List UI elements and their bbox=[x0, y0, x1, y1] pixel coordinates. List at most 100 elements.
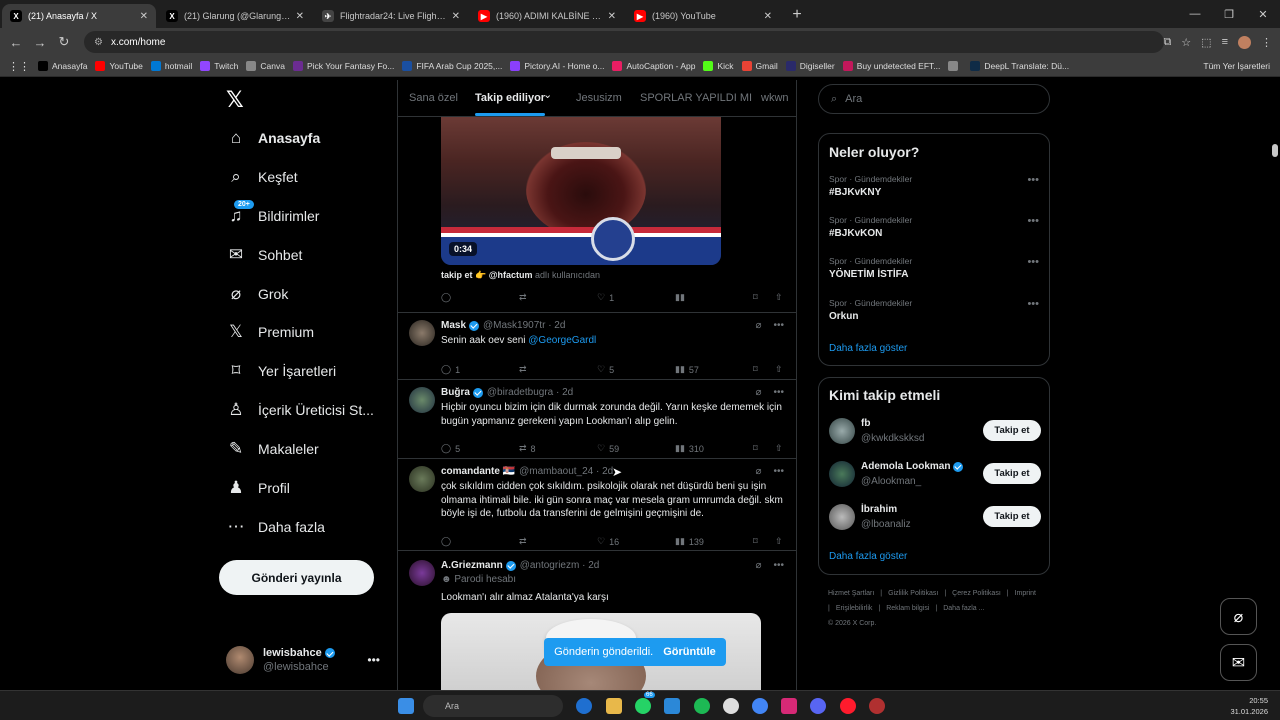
bookmark-item[interactable]: Digiseller bbox=[785, 61, 835, 71]
bookmark-item[interactable]: Gmail bbox=[741, 61, 778, 71]
reload-icon[interactable]: ↻ bbox=[52, 34, 76, 50]
more-icon[interactable]: ••• bbox=[367, 653, 380, 667]
windows-start-icon[interactable] bbox=[398, 698, 414, 714]
scrollbar[interactable] bbox=[1272, 144, 1278, 157]
share-icon[interactable]: ⇧ bbox=[775, 292, 783, 303]
back-icon[interactable]: ← bbox=[4, 35, 28, 50]
browser-tab[interactable]: ✈ Flightradar24: Live Flight Tracke ✕ bbox=[314, 4, 468, 28]
taskbar-search[interactable]: Ara bbox=[423, 695, 563, 717]
toast-view-link[interactable]: Görüntüle bbox=[663, 646, 716, 658]
browser-tab[interactable]: X (21) Anasayfa / X ✕ bbox=[2, 4, 156, 28]
edge-icon[interactable] bbox=[576, 698, 592, 714]
chatgpt-icon[interactable] bbox=[723, 698, 739, 714]
views-button[interactable]: ▮▮ 310 bbox=[675, 443, 704, 454]
follow-button[interactable]: Takip et bbox=[983, 506, 1041, 527]
follow-suggestion[interactable]: İbrahim @lboanaliz Takip et bbox=[829, 504, 1041, 534]
bookmark-icon[interactable]: ⌑ bbox=[753, 292, 758, 303]
bookmark-item[interactable]: Twitch bbox=[200, 61, 238, 71]
retweet-button[interactable]: ⇄ bbox=[519, 536, 531, 547]
post-button[interactable]: Gönderi yayınla bbox=[219, 560, 374, 595]
views-button[interactable]: ▮▮ 57 bbox=[675, 364, 699, 375]
nav-item-bell[interactable]: ♫ 20+ Bildirimler bbox=[226, 200, 319, 228]
footer-link[interactable]: Çerez Politikası bbox=[952, 590, 1001, 597]
feed-tab[interactable]: Jesusizm bbox=[576, 92, 622, 104]
footer-link[interactable]: © 2026 X Corp. bbox=[828, 620, 876, 627]
store-icon[interactable] bbox=[664, 698, 680, 714]
avatar[interactable] bbox=[409, 560, 435, 586]
discord-icon[interactable] bbox=[810, 698, 826, 714]
retweet-button[interactable]: ⇄ bbox=[519, 364, 531, 375]
tweet-author-name[interactable]: A.Griezmann bbox=[441, 560, 503, 571]
bookmark-item[interactable]: Anasayfa bbox=[38, 61, 87, 71]
nav-item-grok[interactable]: ⌀ Grok bbox=[226, 282, 288, 306]
nav-item-home[interactable]: ⌂ Anasayfa bbox=[226, 126, 320, 150]
follow-button[interactable]: Takip et bbox=[983, 420, 1041, 441]
footer-link[interactable]: Gizlilik Politikası bbox=[888, 590, 938, 597]
feed-tab[interactable]: Takip ediliyor bbox=[475, 92, 546, 116]
grok-icon[interactable]: ⌀ bbox=[755, 320, 761, 331]
trends-more-link[interactable]: Daha fazla göster bbox=[829, 343, 907, 354]
feed-tab[interactable]: wkwn bbox=[761, 92, 789, 104]
bookmark-icon[interactable]: ⌑ bbox=[753, 443, 758, 454]
trend-item[interactable]: Spor · Gündemdekiler #BJKvKNY ••• bbox=[829, 174, 1041, 198]
more-icon[interactable]: ••• bbox=[773, 387, 784, 398]
nav-item-more-circle[interactable]: ⋯ Daha fazla bbox=[226, 515, 325, 539]
bookmark-item[interactable]: Canva bbox=[246, 61, 285, 71]
follow-suggestion[interactable]: Ademola Lookman @Alookman_ Takip et bbox=[829, 461, 1041, 491]
apps-icon[interactable]: ⋮⋮ bbox=[8, 60, 30, 73]
close-window-icon[interactable]: ✕ bbox=[1246, 0, 1280, 28]
like-button[interactable]: ♡ 16 bbox=[597, 536, 619, 547]
follow-button[interactable]: Takip et bbox=[983, 463, 1041, 484]
reply-button[interactable]: ◯ 1 bbox=[441, 364, 460, 375]
feed-tab[interactable]: SPORLAR YAPILDI MI bbox=[640, 92, 752, 104]
extensions-icon[interactable]: ⬚ bbox=[1201, 36, 1211, 49]
share-icon[interactable]: ⇧ bbox=[775, 536, 783, 547]
browser-tab[interactable]: ▶ (1960) YouTube ✕ bbox=[626, 4, 780, 28]
chrome-icon[interactable] bbox=[752, 698, 768, 714]
tab-close-icon[interactable]: ✕ bbox=[140, 11, 148, 22]
more-icon[interactable]: ••• bbox=[1027, 174, 1039, 186]
share-icon[interactable]: ⇧ bbox=[775, 364, 783, 375]
bookmark-item[interactable]: Pictory.AI - Home o... bbox=[510, 61, 604, 71]
spotify-icon[interactable] bbox=[694, 698, 710, 714]
tab-close-icon[interactable]: ✕ bbox=[764, 11, 772, 22]
account-switcher[interactable]: lewisbahce @lewisbahce ••• bbox=[226, 643, 386, 677]
browser-tab[interactable]: ▶ (1960) ADIMI KALBİNE YAZ X B ✕ bbox=[470, 4, 624, 28]
messages-fab[interactable]: ✉ bbox=[1220, 644, 1257, 681]
nav-item-mail[interactable]: ✉ Sohbet bbox=[226, 243, 303, 267]
tab-close-icon[interactable]: ✕ bbox=[452, 11, 460, 22]
opera-icon[interactable] bbox=[840, 698, 856, 714]
retweet-button[interactable]: ⇄ 8 bbox=[519, 443, 536, 454]
bookmark-item[interactable]: Kick bbox=[703, 61, 734, 71]
footer-link[interactable]: Erişilebilirlik bbox=[836, 605, 873, 612]
whatsapp-icon[interactable]: 66 bbox=[635, 692, 655, 714]
footer-link[interactable]: Hizmet Şartları bbox=[828, 590, 874, 597]
maximize-icon[interactable]: ❐ bbox=[1212, 0, 1246, 28]
avatar[interactable] bbox=[409, 466, 435, 492]
bookmark-item[interactable]: Buy undetected EFT... bbox=[842, 61, 940, 71]
new-tab-icon[interactable]: + bbox=[786, 4, 808, 26]
more-icon[interactable]: ••• bbox=[773, 466, 784, 477]
share-icon[interactable]: ⇧ bbox=[775, 443, 783, 454]
bookmark-item[interactable]: DeepL Translate: Dü... bbox=[970, 61, 1069, 71]
nav-item-x-logo[interactable]: 𝕏 Premium bbox=[226, 320, 314, 344]
bookmark-item[interactable]: FIFA Arab Cup 2025,... bbox=[402, 61, 502, 71]
footer-link[interactable]: Daha fazla ... bbox=[943, 605, 984, 612]
nav-item-bookmark[interactable]: ⌑ Yer İşaretleri bbox=[226, 359, 336, 383]
chevron-down-icon[interactable]: ⌄ bbox=[543, 88, 552, 101]
mention-link[interactable]: @GeorgeGardl bbox=[528, 335, 596, 346]
reply-button[interactable]: ◯ 5 bbox=[441, 443, 460, 454]
like-button[interactable]: ♡ 59 bbox=[597, 443, 619, 454]
bookmark-item[interactable] bbox=[948, 61, 962, 71]
footer-link[interactable]: Reklam bilgisi bbox=[886, 605, 929, 612]
bookmark-item[interactable]: YouTube bbox=[95, 61, 143, 71]
bookmark-icon[interactable]: ⌑ bbox=[753, 364, 758, 375]
trend-item[interactable]: Spor · Gündemdekiler #BJKvKON ••• bbox=[829, 215, 1041, 239]
tweet-author-name[interactable]: comandante 🇷🇸 bbox=[441, 466, 515, 477]
like-button[interactable]: ♡ 1 bbox=[597, 292, 614, 303]
nav-item-article[interactable]: ✎ Makaleler bbox=[226, 437, 319, 461]
x-logo-icon[interactable]: 𝕏 bbox=[226, 88, 246, 113]
grok-icon[interactable]: ⌀ bbox=[755, 387, 761, 398]
tab-close-icon[interactable]: ✕ bbox=[296, 11, 304, 22]
bookmark-item[interactable]: Pick Your Fantasy Fo... bbox=[292, 61, 394, 71]
